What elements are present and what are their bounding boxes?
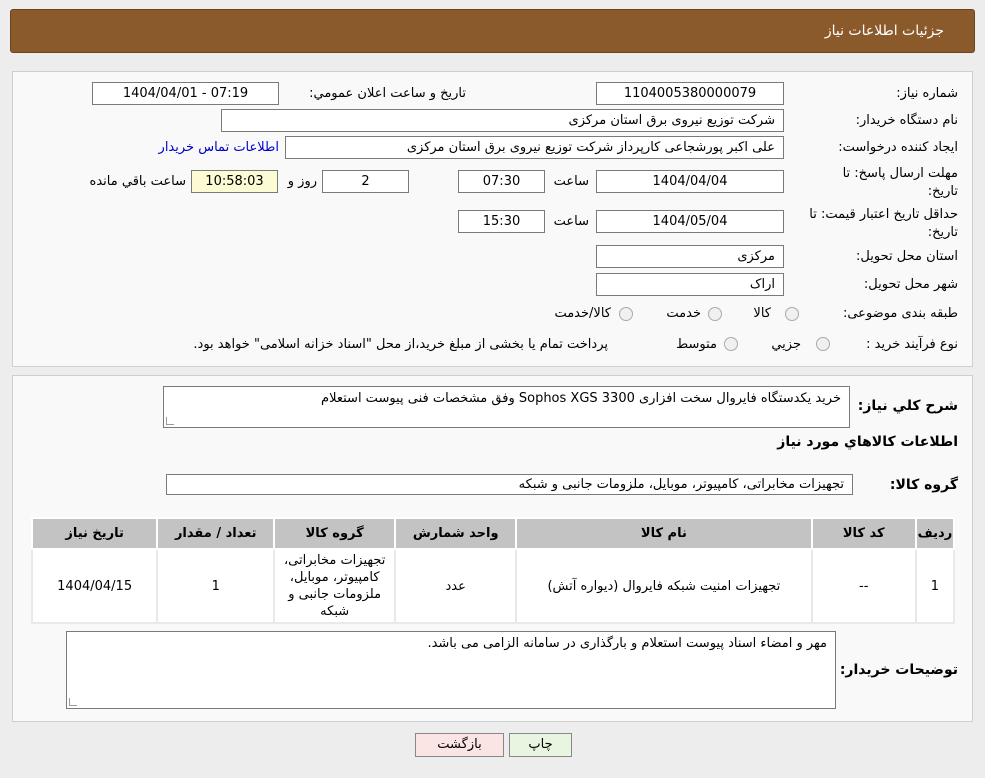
category-label: طبقه بندی موضوعی: bbox=[842, 306, 958, 321]
deadline-date-field: 1404/04/04 bbox=[596, 170, 784, 193]
deadline-label: مهلت ارسال پاسخ: تا تاريخ: bbox=[842, 166, 958, 199]
creator-label: ايجاد کننده درخواست: bbox=[838, 140, 958, 155]
creator-field: علی اکبر پورشجاعی کارپرداز شرکت توزیع نی… bbox=[285, 136, 784, 159]
table-row: 1 -- تجهیزات امنیت شبکه فایروال (دیواره … bbox=[30, 548, 956, 624]
buyer-notes-textarea[interactable]: مهر و امضاء اسناد پیوست استعلام و بارگذا… bbox=[66, 631, 836, 709]
cell-row: 1 bbox=[914, 548, 956, 624]
cell-code: -- bbox=[810, 548, 917, 624]
category-radio-goods[interactable] bbox=[785, 307, 799, 321]
days-label: روز و bbox=[287, 174, 317, 189]
province-label: استان محل تحويل: bbox=[856, 249, 958, 264]
back-button[interactable]: بازگشت bbox=[415, 733, 504, 757]
process-radio-medium[interactable] bbox=[724, 337, 738, 351]
validity-date-field: 1404/05/04 bbox=[596, 210, 784, 233]
desc-textarea[interactable]: خرید یکدستگاه فایروال سخت افزاری Sophos … bbox=[163, 386, 850, 428]
group-field: تجهیزات مخابراتی، کامپیوتر، موبایل، ملزو… bbox=[166, 474, 853, 495]
buyer-org-label: نام دستگاه خريدار: bbox=[855, 113, 958, 128]
buyer-notes-text: مهر و امضاء اسناد پیوست استعلام و بارگذا… bbox=[427, 636, 827, 651]
remaining-time-field: 10:58:03 bbox=[191, 170, 278, 193]
goods-table: رديف کد کالا نام کالا واحد شمارش گروه کا… bbox=[30, 517, 956, 624]
desc-text: خرید یکدستگاه فایروال سخت افزاری Sophos … bbox=[321, 391, 841, 406]
remaining-label: ساعت باقي مانده bbox=[89, 174, 186, 189]
process-option-minor: جزيي bbox=[771, 337, 801, 352]
cell-qty: 1 bbox=[156, 548, 276, 624]
cell-name: تجهیزات امنیت شبکه فایروال (دیواره آتش) bbox=[515, 548, 813, 624]
print-button[interactable]: چاپ bbox=[509, 733, 572, 757]
col-unit-header: واحد شمارش bbox=[394, 517, 518, 550]
province-field: مرکزی bbox=[596, 245, 784, 268]
page-title: جزئیات اطلاعات نیاز bbox=[824, 23, 944, 39]
col-qty-header: تعداد / مقدار bbox=[156, 517, 276, 550]
announce-label: تاریخ و ساعت اعلان عمومي: bbox=[309, 86, 466, 101]
announce-field: 1404/04/01 - 07:19 bbox=[92, 82, 279, 105]
buyer-contact-link[interactable]: اطلاعات تماس خريدار bbox=[159, 140, 279, 155]
goods-info-title: اطلاعات کالاهاي مورد نياز bbox=[777, 434, 958, 450]
buyer-org-field: شرکت توزیع نیروی برق استان مرکزی bbox=[221, 109, 784, 132]
validity-label: حداقل تاريخ اعتبار قيمت: تا تاريخ: bbox=[809, 207, 958, 240]
table-header-row: رديف کد کالا نام کالا واحد شمارش گروه کا… bbox=[30, 517, 956, 550]
process-option-medium: متوسط bbox=[676, 337, 717, 352]
days-field: 2 bbox=[322, 170, 409, 193]
col-code-header: کد کالا bbox=[810, 517, 917, 550]
col-name-header: نام کالا bbox=[515, 517, 813, 550]
cell-group: تجهیزات مخابراتی، کامپیوتر، موبایل، ملزو… bbox=[273, 548, 397, 624]
category-radio-goods-service[interactable] bbox=[619, 307, 633, 321]
city-field: اراک bbox=[596, 273, 784, 296]
process-note: پرداخت تمام يا بخشی از مبلغ خريد،از محل … bbox=[193, 337, 608, 352]
category-option-goods-service: کالا/خدمت bbox=[554, 306, 611, 321]
process-radio-minor[interactable] bbox=[816, 337, 830, 351]
cell-date: 1404/04/15 bbox=[30, 548, 159, 624]
need-number-field: 1104005380000079 bbox=[596, 82, 784, 105]
process-label: نوع فرآيند خريد : bbox=[866, 337, 958, 352]
deadline-time-label: ساعت bbox=[553, 174, 589, 189]
resize-grip[interactable] bbox=[166, 417, 174, 425]
col-row-header: رديف bbox=[914, 517, 956, 550]
col-group-header: گروه کالا bbox=[273, 517, 397, 550]
need-number-label: شماره نیاز: bbox=[896, 86, 958, 101]
page-header: جزئیات اطلاعات نیاز bbox=[10, 9, 975, 53]
category-option-goods: کالا bbox=[753, 306, 771, 321]
category-option-service: خدمت bbox=[666, 306, 701, 321]
resize-grip[interactable] bbox=[69, 698, 77, 706]
city-label: شهر محل تحويل: bbox=[863, 277, 958, 292]
deadline-time-field: 07:30 bbox=[458, 170, 545, 193]
group-label: گروه کالا: bbox=[889, 477, 958, 493]
col-date-header: تاريخ نياز bbox=[30, 517, 159, 550]
category-radio-service[interactable] bbox=[708, 307, 722, 321]
validity-time-label: ساعت bbox=[553, 214, 589, 229]
validity-time-field: 15:30 bbox=[458, 210, 545, 233]
cell-unit: عدد bbox=[394, 548, 518, 624]
buyer-notes-label: توضيحات خريدار: bbox=[839, 662, 958, 678]
desc-label: شرح کلي نياز: bbox=[857, 398, 958, 414]
